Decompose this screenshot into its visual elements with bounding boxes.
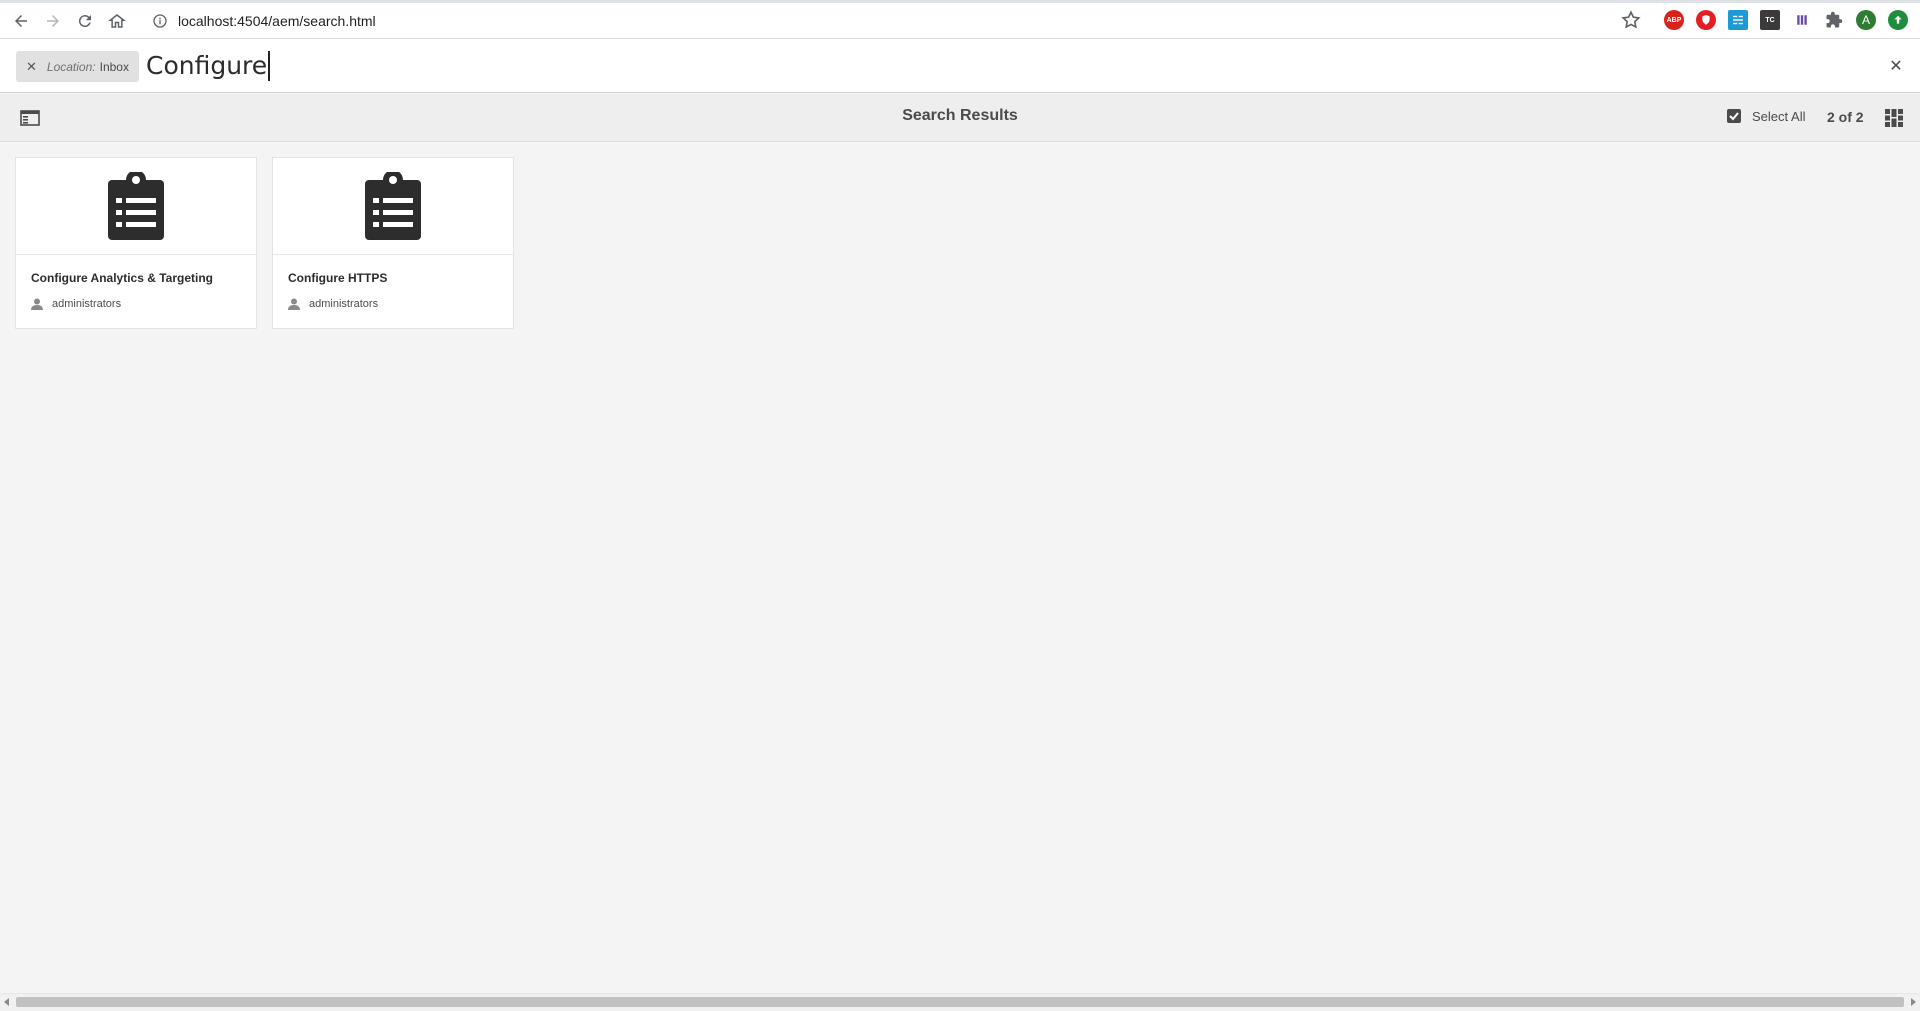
opera-style-icon[interactable] [1696,10,1716,30]
search-input[interactable]: Configure [146,51,271,81]
scrollbar-thumb[interactable] [16,997,1904,1007]
assignee-label: administrators [52,298,122,310]
home-button[interactable] [104,8,130,34]
card-view-icon[interactable] [1885,109,1903,127]
card-assignee: administrators [288,298,378,310]
tag-value: Inbox [99,59,129,74]
checkbox-checked-icon [1727,109,1741,123]
result-count: 2 of 2 [1827,109,1864,125]
info-icon[interactable] [152,13,168,29]
tc-icon[interactable]: TC [1760,10,1780,30]
arrow-up-icon [1894,15,1902,24]
tab-strip-edge [0,0,1920,3]
tc-label: TC [1765,16,1775,24]
arrow-left-icon [15,15,27,27]
user-icon [288,298,300,310]
card-assignee: administrators [31,298,121,310]
hive-icon[interactable] [1792,10,1812,30]
tag-key: Location: [46,59,96,74]
shield-icon [1702,15,1710,25]
select-all-button[interactable]: Select All [1726,108,1805,124]
translate-glyph-icon [1733,15,1743,25]
profile-initial: A [1861,13,1870,27]
result-card[interactable]: Configure Analytics & Targeting administ… [15,157,257,329]
location-filter-tag[interactable]: ✕ Location: Inbox [16,51,139,82]
address-bar[interactable]: localhost:4504/aem/search.html [140,7,1640,35]
close-search-button[interactable]: ✕ [1886,55,1906,75]
remove-tag-icon[interactable]: ✕ [26,59,37,75]
hive-glyph-icon [1797,15,1807,25]
result-card[interactable]: Configure HTTPS administrators [272,157,514,329]
card-title: Configure Analytics & Targeting [31,271,214,285]
url-text: localhost:4504/aem/search.html [178,13,376,29]
profile-avatar[interactable]: A [1856,10,1876,30]
puzzle-glyph-icon [1826,11,1843,28]
bookmark-star-icon[interactable] [1620,9,1642,31]
scroll-right-icon[interactable] [1911,998,1916,1006]
assignee-label: administrators [309,298,379,310]
card-title: Configure HTTPS [288,271,388,285]
omnisearch-bar: ✕ Location: Inbox Configure ✕ [0,39,1920,93]
browser-toolbar: localhost:4504/aem/search.html ABP TC A [0,0,1920,39]
green-arrow-icon[interactable] [1888,10,1908,30]
page-title: Search Results [902,107,1018,124]
clipboard-list-icon [365,172,421,240]
translate-icon[interactable] [1728,10,1748,30]
puzzle-icon[interactable] [1824,10,1844,30]
close-icon: ✕ [1889,55,1903,75]
horizontal-scrollbar[interactable] [0,993,1920,1011]
arrow-right-icon [47,15,59,27]
card-thumbnail [16,158,256,255]
back-button[interactable] [8,8,34,34]
card-thumbnail [273,158,513,255]
scroll-left-icon[interactable] [4,998,9,1006]
adblock-label: ABP [1666,16,1682,24]
home-icon [108,14,126,28]
reload-button[interactable] [72,8,98,34]
action-bar: Search Results Select All 2 of 2 [0,94,1920,142]
adblock-icon[interactable]: ABP [1664,10,1684,30]
reload-icon [78,15,91,28]
user-icon [31,298,43,310]
clipboard-list-icon [108,172,164,240]
select-all-label: Select All [1752,108,1806,124]
forward-button[interactable] [40,8,66,34]
